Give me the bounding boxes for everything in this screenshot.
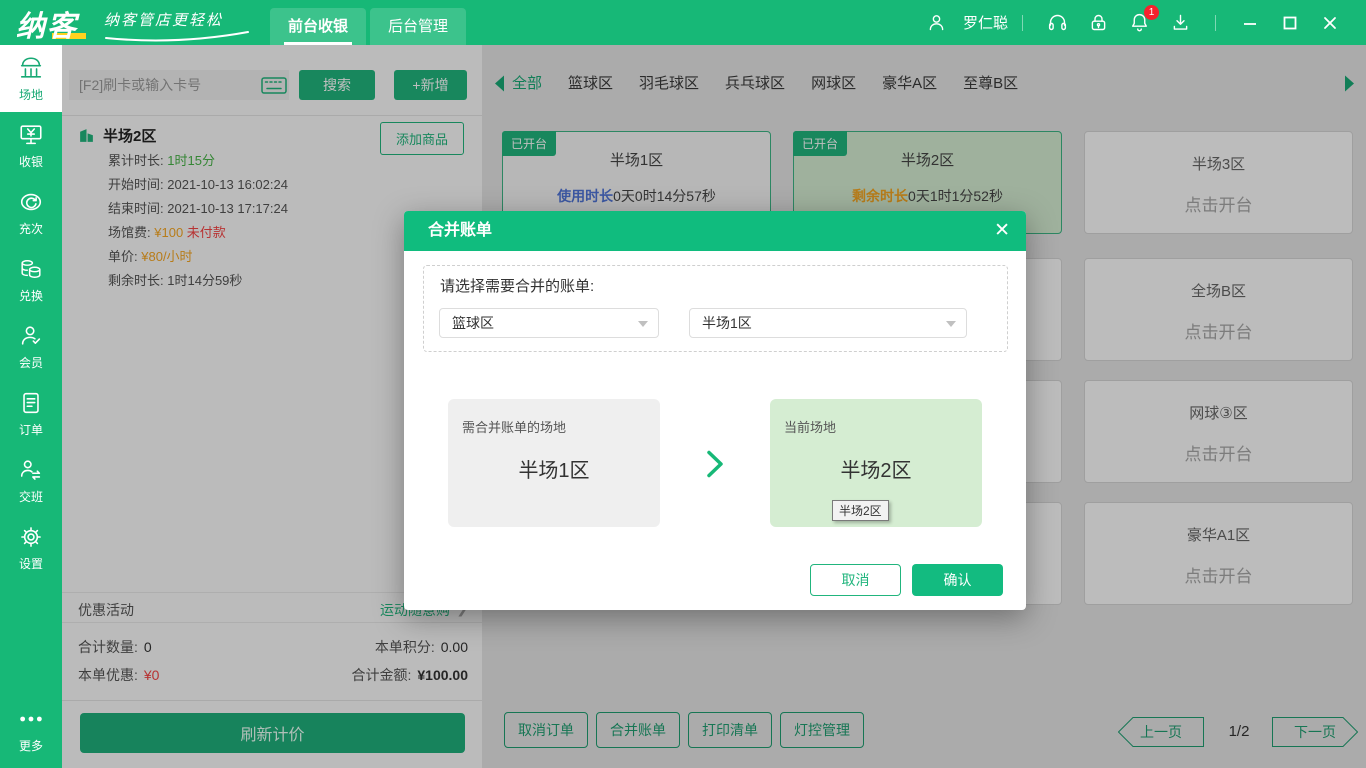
modal-close-icon[interactable]: ✕ <box>994 211 1010 251</box>
settings-icon <box>18 524 44 550</box>
sidebar-item-shift[interactable]: 交班 <box>0 447 62 514</box>
sidebar-item-label: 充次 <box>19 220 43 237</box>
venue-icon <box>18 55 44 81</box>
sidebar-item-label: 交班 <box>19 488 43 505</box>
tab-front-cashier[interactable]: 前台收银 <box>270 8 366 45</box>
source-venue: 半场1区 <box>448 454 660 483</box>
modal-cancel-button[interactable]: 取消 <box>810 564 901 596</box>
lock-icon[interactable] <box>1088 12 1109 33</box>
sidebar-nav: 场地 收银 充次 兑换 会员 订单 交班 设置 更多 <box>0 45 62 768</box>
chevron-down-icon <box>946 321 956 327</box>
divider <box>1215 15 1216 31</box>
sidebar-item-more[interactable]: 更多 <box>0 704 62 756</box>
sidebar-item-exchange[interactable]: 兑换 <box>0 246 62 313</box>
sidebar-item-label: 收银 <box>19 153 43 170</box>
sidebar-item-cashier[interactable]: 收银 <box>0 112 62 179</box>
more-icon <box>18 706 44 732</box>
sidebar-item-label: 更多 <box>19 737 43 754</box>
modal-confirm-button[interactable]: 确认 <box>912 564 1003 596</box>
top-bar: 纳客 纳客管店更轻松 前台收银 后台管理 罗仁聪 1 <box>0 0 1366 45</box>
headset-icon[interactable] <box>1047 12 1068 33</box>
shift-icon <box>18 457 44 483</box>
sidebar-item-label: 订单 <box>19 421 43 438</box>
app-slogan: 纳客管店更轻松 <box>104 9 223 30</box>
exchange-icon <box>18 256 44 282</box>
cashier-icon <box>18 122 44 148</box>
notification-badge: 1 <box>1144 5 1159 20</box>
sidebar-item-recharge[interactable]: 充次 <box>0 179 62 246</box>
divider <box>1022 15 1023 31</box>
order-icon <box>18 390 44 416</box>
modal-prompt: 请选择需要合并的账单: <box>440 275 594 296</box>
download-icon[interactable] <box>1170 12 1191 33</box>
minimize-button[interactable] <box>1241 14 1259 32</box>
merge-target-box: 当前场地 半场2区 半场2区 <box>770 399 982 527</box>
notification-bell[interactable]: 1 <box>1129 12 1150 33</box>
hover-tooltip: 半场2区 <box>832 500 889 521</box>
user-name: 罗仁聪 <box>963 12 1008 33</box>
sidebar-item-label: 会员 <box>19 354 43 371</box>
recharge-icon <box>18 189 44 215</box>
sidebar-item-label: 兑换 <box>19 287 43 304</box>
target-label: 当前场地 <box>784 417 836 436</box>
sidebar-item-label: 场地 <box>19 86 43 103</box>
sidebar-item-venue[interactable]: 场地 <box>0 45 62 112</box>
sidebar-item-member[interactable]: 会员 <box>0 313 62 380</box>
slogan-underline-swoosh <box>102 30 252 42</box>
app-logo: 纳客 <box>16 3 78 45</box>
main-tabs: 前台收银 后台管理 <box>270 8 466 45</box>
source-label: 需合并账单的场地 <box>462 417 566 436</box>
modal-header: 合并账单 ✕ <box>404 211 1026 251</box>
user-icon <box>926 12 947 33</box>
merge-bill-modal: 合并账单 ✕ 请选择需要合并的账单: 篮球区 半场1区 需合并账单的场地 半场1… <box>404 211 1026 610</box>
close-button[interactable] <box>1321 14 1339 32</box>
current-user[interactable]: 罗仁聪 <box>916 12 1008 33</box>
sidebar-item-label: 设置 <box>19 555 43 572</box>
merge-source-box: 需合并账单的场地 半场1区 <box>448 399 660 527</box>
member-icon <box>18 323 44 349</box>
venue-select-dropdown[interactable]: 半场1区 <box>689 308 967 338</box>
merge-arrow-icon <box>706 450 726 478</box>
chevron-down-icon <box>638 321 648 327</box>
area-select-dropdown[interactable]: 篮球区 <box>439 308 659 338</box>
target-venue: 半场2区 <box>770 454 982 483</box>
tab-back-management[interactable]: 后台管理 <box>370 8 466 45</box>
modal-title: 合并账单 <box>428 222 492 239</box>
sidebar-item-orders[interactable]: 订单 <box>0 380 62 447</box>
sidebar-item-settings[interactable]: 设置 <box>0 514 62 581</box>
maximize-button[interactable] <box>1281 14 1299 32</box>
